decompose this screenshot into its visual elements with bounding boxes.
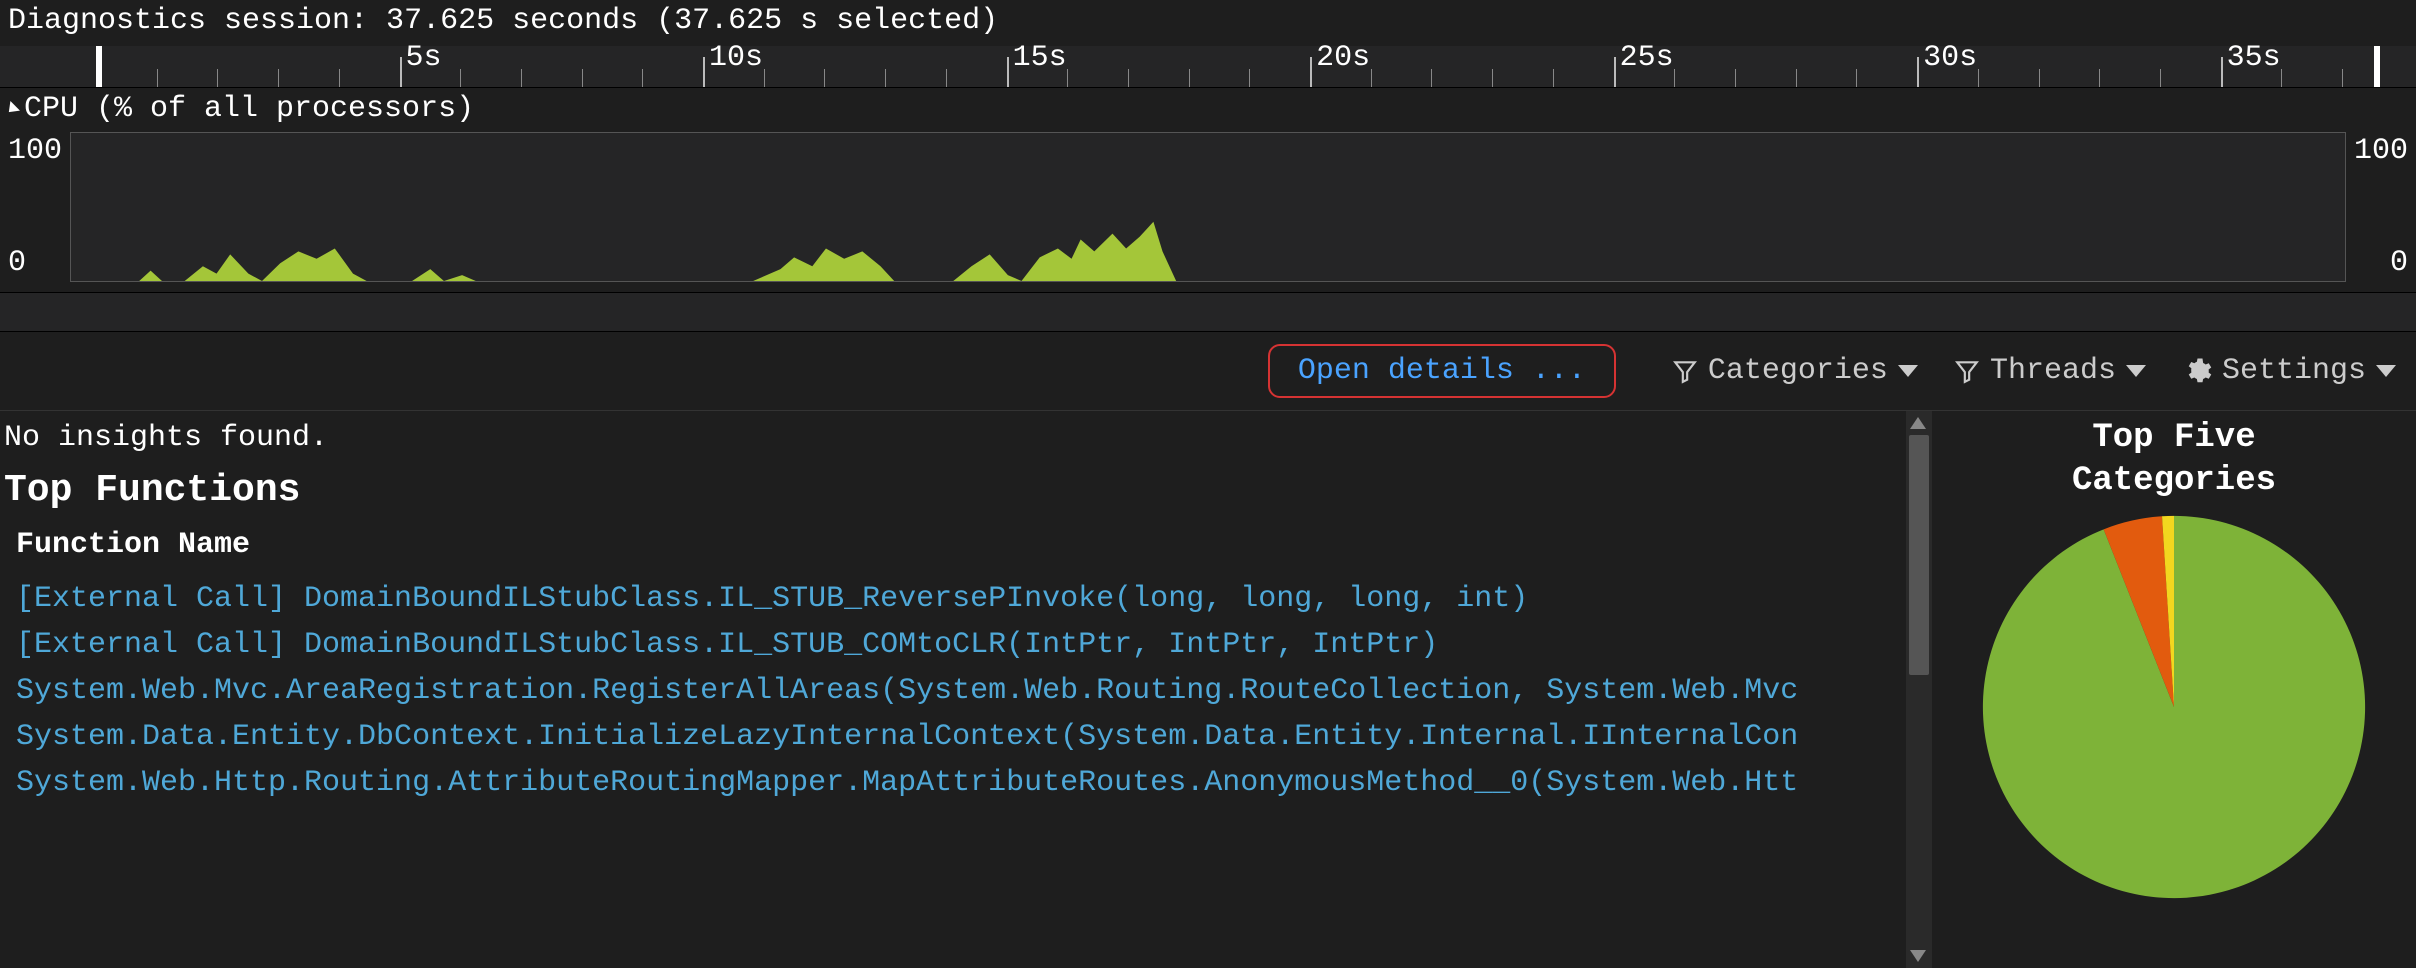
ruler-tick: [1371, 69, 1372, 87]
scroll-up-icon[interactable]: [1910, 417, 1926, 429]
ruler-tick: [339, 69, 340, 87]
cpu-header-label: CPU (% of all processors): [24, 92, 474, 126]
ruler-tick: [2342, 69, 2343, 87]
ruler-label: 5s: [406, 41, 442, 75]
cpu-axis-right: 100 0: [2354, 132, 2408, 282]
ruler-tick: [946, 69, 947, 87]
ruler-tick: [1067, 69, 1068, 87]
scroll-down-icon[interactable]: [1910, 950, 1926, 962]
filter-icon: [1672, 357, 1698, 385]
open-details-link[interactable]: Open details ...: [1268, 344, 1616, 398]
axis-max: 100: [8, 134, 62, 168]
ruler-tick: [217, 69, 218, 87]
left-pane: No insights found. Top Functions Functio…: [0, 411, 1932, 968]
ruler-label: 15s: [1013, 41, 1067, 75]
ruler-tick: [1674, 69, 1675, 87]
function-row[interactable]: [External Call] DomainBoundILStubClass.I…: [2, 576, 1904, 622]
ruler-tick: [2039, 69, 2040, 87]
filter-icon: [1954, 357, 1980, 385]
gear-icon: [2182, 356, 2212, 386]
ruler-tick: [1917, 57, 1919, 87]
categories-dropdown[interactable]: Categories: [1672, 354, 1918, 388]
collapse-icon: [4, 101, 20, 117]
ruler-tick: [1796, 69, 1797, 87]
toolbar: Open details ... Categories Threads Sett…: [0, 332, 2416, 410]
cpu-axis-left: 100 0: [8, 132, 62, 282]
timeline-ruler[interactable]: 5s10s15s20s25s30s35s: [0, 46, 2416, 88]
ruler-tick: [1735, 69, 1736, 87]
ruler-tick: [1492, 69, 1493, 87]
ruler-tick: [1856, 69, 1857, 87]
ruler-tick: [157, 69, 158, 87]
selection-end-marker[interactable]: [2374, 46, 2380, 87]
ruler-label: 35s: [2227, 41, 2281, 75]
pie-title-line2: Categories: [2072, 462, 2276, 500]
ruler-tick: [1128, 69, 1129, 87]
ruler-tick: [521, 69, 522, 87]
chevron-down-icon: [2126, 365, 2146, 377]
column-header-function-name[interactable]: Function Name: [2, 528, 1932, 576]
ruler-tick: [400, 57, 402, 87]
ruler-tick: [2221, 57, 2223, 87]
pie-chart-title: Top Five Categories: [2072, 417, 2276, 502]
main-content: No insights found. Top Functions Functio…: [0, 410, 2416, 968]
ruler-tick: [824, 69, 825, 87]
function-row[interactable]: System.Data.Entity.DbContext.InitializeL…: [2, 714, 1904, 760]
ruler-tick: [582, 69, 583, 87]
cpu-graph: 100 0 100 0: [0, 130, 2416, 292]
vertical-scrollbar[interactable]: [1906, 411, 1932, 968]
right-pane: Top Five Categories: [1932, 411, 2416, 968]
ruler-tick: [1249, 69, 1250, 87]
top-functions-title: Top Functions: [2, 465, 1932, 528]
axis-min: 0: [2354, 246, 2408, 280]
ruler-tick: [1189, 69, 1190, 87]
ruler-tick: [1310, 57, 1312, 87]
settings-label: Settings: [2222, 354, 2366, 388]
cpu-usage-area: [71, 133, 2345, 281]
pie-chart[interactable]: [1979, 512, 2369, 902]
ruler-tick: [1614, 57, 1616, 87]
chevron-down-icon: [2376, 365, 2396, 377]
function-row[interactable]: System.Web.Mvc.AreaRegistration.Register…: [2, 668, 1904, 714]
divider: [0, 292, 2416, 332]
chevron-down-icon: [1898, 365, 1918, 377]
ruler-tick: [278, 69, 279, 87]
ruler-label: 20s: [1316, 41, 1370, 75]
ruler-label: 30s: [1923, 41, 1977, 75]
settings-dropdown[interactable]: Settings: [2182, 354, 2396, 388]
axis-min: 0: [8, 246, 62, 280]
ruler-tick: [2160, 69, 2161, 87]
ruler-tick: [764, 69, 765, 87]
ruler-tick: [2281, 69, 2282, 87]
threads-dropdown[interactable]: Threads: [1954, 354, 2146, 388]
pie-title-line1: Top Five: [2092, 419, 2255, 457]
ruler-tick: [703, 57, 705, 87]
threads-label: Threads: [1990, 354, 2116, 388]
ruler-label: 10s: [709, 41, 763, 75]
insights-text: No insights found.: [2, 417, 1932, 465]
ruler-tick: [885, 69, 886, 87]
categories-label: Categories: [1708, 354, 1888, 388]
scrollbar-thumb[interactable]: [1909, 435, 1929, 675]
cpu-plot-area[interactable]: [70, 132, 2346, 282]
pie-svg: [1979, 512, 2369, 902]
ruler-tick: [2099, 69, 2100, 87]
ruler-tick: [1553, 69, 1554, 87]
axis-max: 100: [2354, 134, 2408, 168]
ruler-tick: [1978, 69, 1979, 87]
ruler-tick: [1007, 57, 1009, 87]
ruler-tick: [460, 69, 461, 87]
cpu-section-header[interactable]: CPU (% of all processors): [0, 88, 2416, 130]
function-row[interactable]: [External Call] DomainBoundILStubClass.I…: [2, 622, 1904, 668]
selection-start-marker[interactable]: [96, 46, 102, 87]
ruler-label: 25s: [1620, 41, 1674, 75]
ruler-tick: [1431, 69, 1432, 87]
session-title: Diagnostics session: 37.625 seconds (37.…: [0, 0, 2416, 46]
function-row[interactable]: System.Web.Http.Routing.AttributeRouting…: [2, 760, 1904, 806]
ruler-tick: [642, 69, 643, 87]
